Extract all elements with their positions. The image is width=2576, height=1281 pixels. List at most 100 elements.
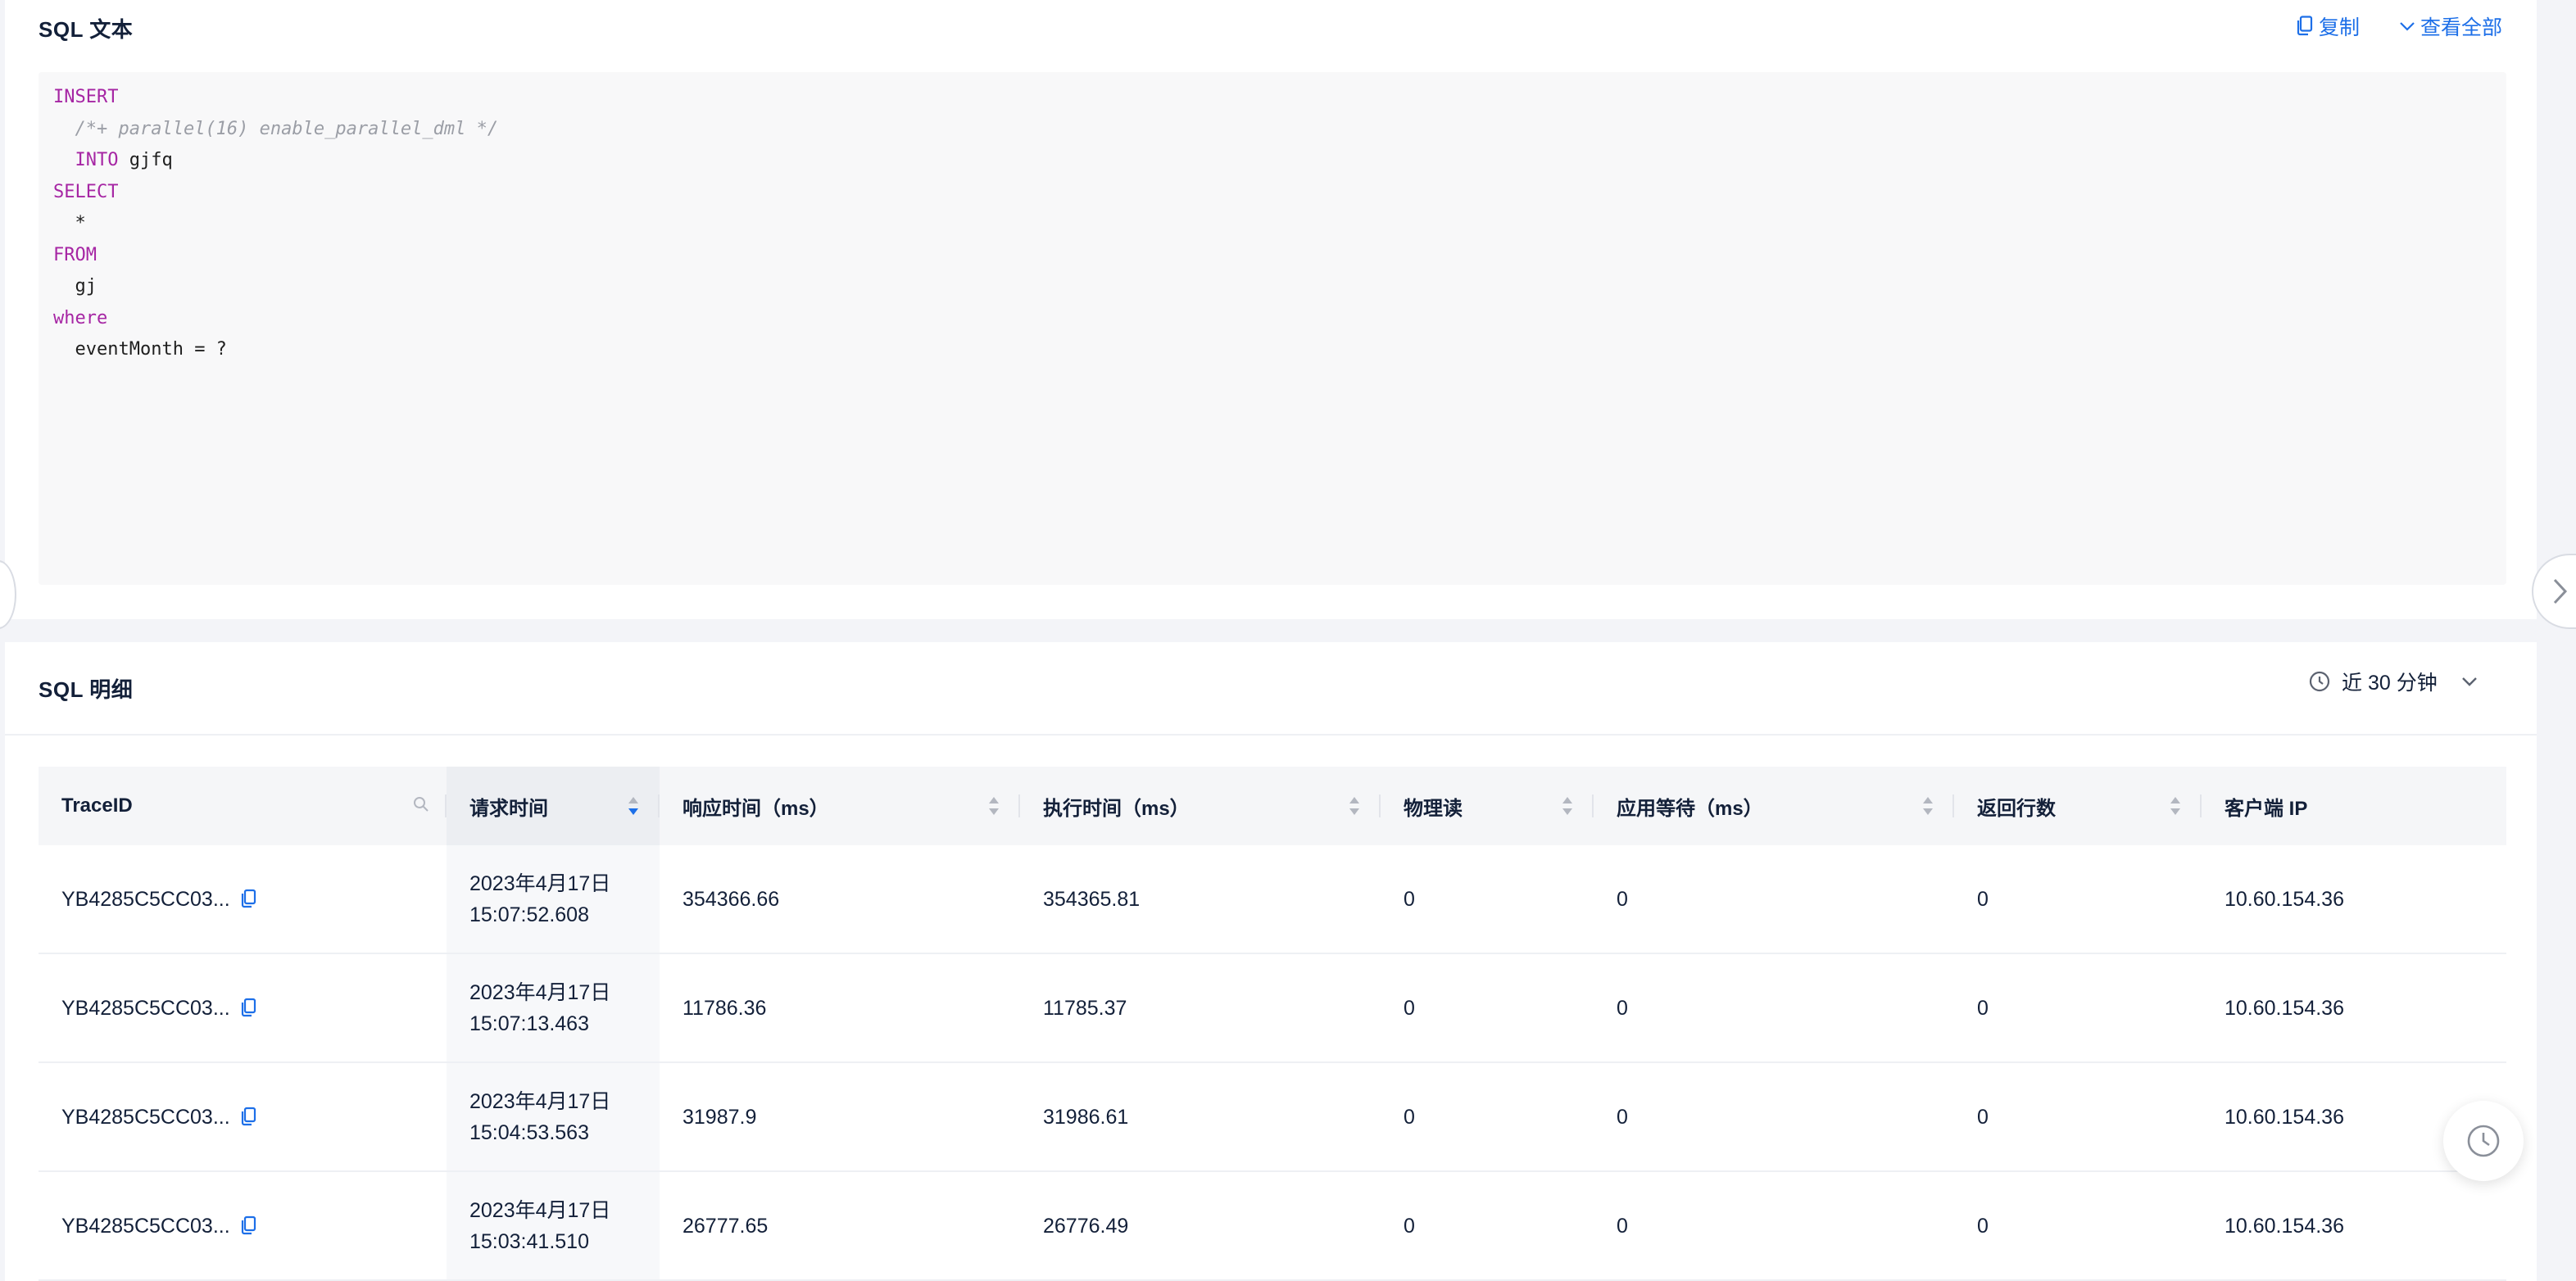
- request-time-wrapper: 2023年4月17日 15:07:13.463: [469, 977, 610, 1039]
- cell-value: 10.60.154.36: [2225, 1214, 2344, 1238]
- trace-id-text[interactable]: YB4285C5CC03...: [61, 884, 230, 915]
- expand-right-handle[interactable]: [2532, 554, 2576, 629]
- sql-token: gj: [75, 276, 98, 296]
- sort-icon[interactable]: [1348, 794, 1361, 817]
- cell-value: 31986.61: [1043, 1105, 1129, 1129]
- sql-keyword: INTO: [75, 150, 119, 170]
- cell-value: 0: [1977, 1214, 1989, 1238]
- cell-req-time: 2023年4月17日 15:07:52.608: [447, 845, 660, 953]
- view-all-button[interactable]: 查看全部: [2399, 11, 2502, 41]
- cell-value: 0: [1404, 996, 1415, 1020]
- sql-code-line: SELECT: [53, 182, 118, 202]
- cell-client-ip: 10.60.154.36: [2202, 1172, 2506, 1279]
- cell-value: 0: [1404, 1214, 1415, 1238]
- cell-resp-time: 11786.36: [660, 954, 1020, 1061]
- request-date: 2023年4月17日: [469, 980, 611, 1004]
- table-row[interactable]: YB4285C5CC03... 2023年4月17日 15:07:52.608 354…: [39, 845, 2506, 954]
- trace-id-text[interactable]: YB4285C5CC03...: [61, 993, 230, 1024]
- table-row[interactable]: YB4285C5CC03... 2023年4月17日 15:04:53.563 319…: [39, 1063, 2506, 1172]
- cell-value: 10.60.154.36: [2225, 996, 2344, 1020]
- cell-req-time: 2023年4月17日 15:04:53.563: [447, 1063, 660, 1170]
- column-header-label: 响应时间（ms）: [683, 797, 829, 820]
- table-row[interactable]: YB4285C5CC03... 2023年4月17日 15:07:13.463 117…: [39, 954, 2506, 1063]
- page: SQL 文本 复制 查看全部 INSERT /*+ parallel(16) e…: [0, 0, 2576, 1281]
- copy-icon[interactable]: [240, 1215, 256, 1237]
- column-header-client-ip: 客户端 IP: [2202, 767, 2506, 845]
- column-header-resp-time[interactable]: 响应时间（ms）: [660, 767, 1020, 845]
- cell-app-wait: 0: [1594, 1063, 1954, 1170]
- column-header-rows-ret[interactable]: 返回行数: [1954, 767, 2202, 845]
- sort-icon[interactable]: [987, 794, 1000, 817]
- sql-token: gjfq: [118, 150, 173, 170]
- trace-id-text[interactable]: YB4285C5CC03...: [61, 1211, 230, 1242]
- column-header-label: 应用等待（ms）: [1617, 797, 1763, 820]
- sql-keyword: FROM: [53, 244, 97, 265]
- trace-id-text[interactable]: YB4285C5CC03...: [61, 1102, 230, 1133]
- column-header-label: TraceID: [61, 794, 133, 817]
- sort-icon[interactable]: [627, 794, 640, 817]
- table-row[interactable]: YB4285C5CC03... 2023年4月17日 15:03:41.510 267…: [39, 1172, 2506, 1281]
- column-header-label: 返回行数: [1977, 797, 2056, 820]
- column-header-label: 请求时间: [469, 797, 548, 820]
- request-date: 2023年4月17日: [469, 1089, 611, 1113]
- chevron-down-icon: [2400, 22, 2415, 31]
- cell-phys-read: 0: [1381, 1172, 1594, 1279]
- sql-keyword: SELECT: [53, 181, 119, 202]
- cell-rows-ret: 0: [1954, 954, 2202, 1061]
- request-clock: 15:07:52.608: [469, 903, 589, 926]
- cell-exec-time: 31986.61: [1020, 1063, 1381, 1170]
- trace-id-wrapper: YB4285C5CC03...: [61, 884, 256, 915]
- history-clock-icon: [2467, 1125, 2500, 1157]
- cell-req-time: 2023年4月17日 15:03:41.510: [447, 1172, 660, 1279]
- sql-code-line: INTO gjfq: [53, 150, 173, 170]
- cell-req-time: 2023年4月17日 15:07:13.463: [447, 954, 660, 1061]
- sort-icon[interactable]: [1921, 794, 1934, 817]
- column-header-app-wait[interactable]: 应用等待（ms）: [1594, 767, 1954, 845]
- cell-value: 10.60.154.36: [2225, 887, 2344, 911]
- sql-code-line: INSERT: [53, 87, 118, 107]
- copy-icon[interactable]: [240, 1107, 256, 1128]
- cell-value: 354366.66: [683, 887, 780, 911]
- sort-icon[interactable]: [2169, 794, 2182, 817]
- request-date: 2023年4月17日: [469, 871, 611, 895]
- sql-code-line: gj: [53, 276, 98, 296]
- search-icon[interactable]: [412, 794, 430, 814]
- time-range-label: 近 30 分钟: [2342, 672, 2438, 695]
- cell-value: 0: [1404, 1105, 1415, 1129]
- panel-divider: [5, 734, 2537, 736]
- cell-value: 0: [1977, 887, 1989, 911]
- column-header-trace[interactable]: TraceID: [39, 767, 447, 845]
- copy-icon[interactable]: [240, 889, 256, 910]
- time-range-selector[interactable]: 近 30 分钟: [2309, 667, 2478, 696]
- copy-sql-button[interactable]: 复制: [2296, 11, 2360, 41]
- sql-code-line: where: [53, 308, 107, 328]
- sort-icon[interactable]: [1561, 794, 1574, 817]
- copy-icon[interactable]: [240, 998, 256, 1019]
- cell-value: 0: [1404, 887, 1415, 911]
- history-button[interactable]: [2443, 1101, 2524, 1181]
- column-header-phys-read[interactable]: 物理读: [1381, 767, 1594, 845]
- copy-icon: [2297, 16, 2313, 36]
- sql-code-line: FROM: [53, 245, 97, 265]
- column-header-req-time[interactable]: 请求时间: [447, 767, 660, 845]
- column-header-label: 执行时间（ms）: [1043, 797, 1190, 820]
- table-header: TraceID 请求时间 响应时间（ms） 执行时间（ms） 物理读 应用等待（ms） 返回…: [39, 767, 2506, 845]
- cell-value: 0: [1977, 1105, 1989, 1129]
- cell-value: 11785.37: [1043, 996, 1127, 1020]
- cell-value: 0: [1617, 887, 1628, 911]
- trace-id-wrapper: YB4285C5CC03...: [61, 1102, 256, 1133]
- view-all-label: 查看全部: [2420, 16, 2503, 39]
- cell-exec-time: 11785.37: [1020, 954, 1381, 1061]
- cell-value: 11786.36: [683, 996, 767, 1020]
- column-header-label: 物理读: [1404, 797, 1463, 820]
- panel-title-sql-detail: SQL 明细: [39, 677, 134, 702]
- request-clock: 15:03:41.510: [469, 1229, 589, 1253]
- cell-phys-read: 0: [1381, 954, 1594, 1061]
- sql-code-line: /*+ parallel(16) enable_parallel_dml */: [53, 118, 499, 139]
- trace-id-wrapper: YB4285C5CC03...: [61, 993, 256, 1024]
- cell-phys-read: 0: [1381, 1063, 1594, 1170]
- cell-value: 0: [1617, 1214, 1628, 1238]
- sql-comment: /*+ parallel(16) enable_parallel_dml */: [75, 118, 499, 139]
- column-header-exec-time[interactable]: 执行时间（ms）: [1020, 767, 1381, 845]
- chevron-down-icon: [2461, 677, 2477, 686]
